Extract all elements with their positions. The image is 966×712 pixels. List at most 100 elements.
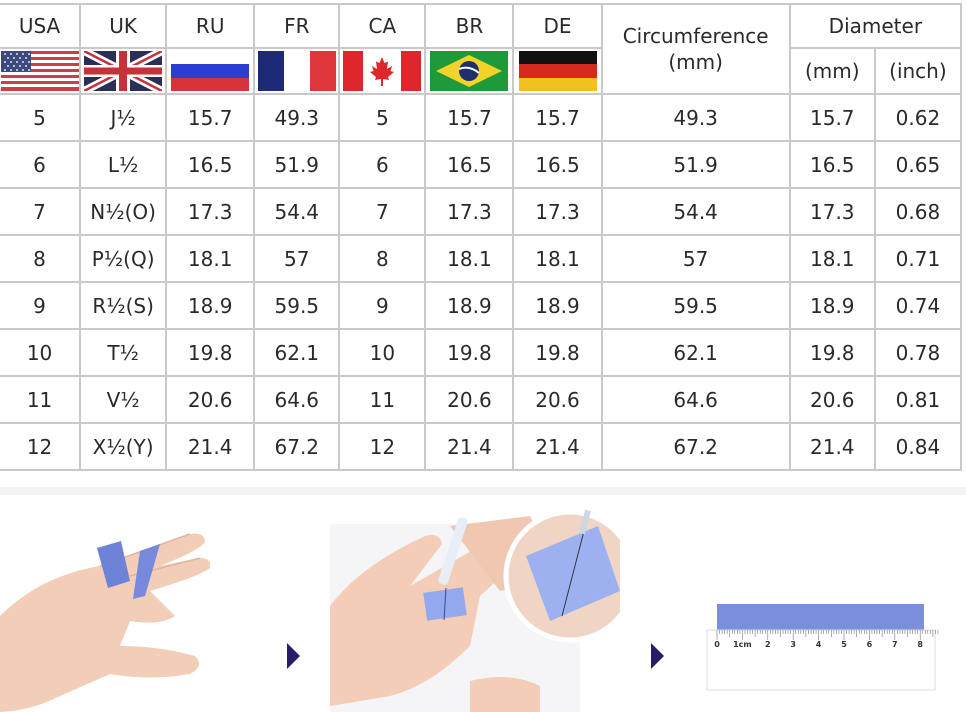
cell-br: 20.6 xyxy=(424,375,515,424)
cell-circ: 67.2 xyxy=(600,422,791,471)
cell-usa: 11 xyxy=(0,375,82,424)
cell-fr: 62.1 xyxy=(253,328,341,377)
step-2-mark-strip-illustration xyxy=(330,496,620,712)
cell-br: 17.3 xyxy=(424,187,515,236)
ruler-labels: 0 1cm 2 3 4 5 6 7 8 xyxy=(712,640,932,656)
flag-row: (mm) (inch) xyxy=(0,47,963,95)
table-row: 11 V½ 20.6 64.6 11 20.6 20.6 64.6 20.6 0.81 xyxy=(0,375,963,424)
cell-br: 18.1 xyxy=(424,234,515,283)
col-header-ca: CA xyxy=(338,3,427,49)
cell-ru: 20.6 xyxy=(165,375,256,424)
cell-usa: 9 xyxy=(0,281,82,330)
col-header-uk: UK xyxy=(79,3,168,49)
cell-de: 18.9 xyxy=(512,281,603,330)
country-header-row: USA UK RU FR CA BR DE Circumference (mm)… xyxy=(0,3,963,95)
cell-usa: 8 xyxy=(0,234,82,283)
cell-de: 17.3 xyxy=(512,187,603,236)
cell-fr: 51.9 xyxy=(253,140,341,189)
col-header-usa: USA xyxy=(0,3,82,49)
uk-flag-icon xyxy=(84,51,163,91)
ruler-label: 1cm xyxy=(733,640,752,649)
strip-on-ruler-illustration xyxy=(700,496,950,712)
brazil-flag-icon xyxy=(430,51,509,91)
cell-circ: 64.6 xyxy=(600,375,791,424)
step-1-wrap-strip-illustration xyxy=(0,496,280,712)
cell-circ: 62.1 xyxy=(600,328,791,377)
cell-ca: 12 xyxy=(338,422,427,471)
france-flag-icon xyxy=(257,51,336,91)
ruler-label: 4 xyxy=(815,640,822,649)
cell-circ: 51.9 xyxy=(600,140,791,189)
cell-ru: 18.9 xyxy=(165,281,256,330)
table-row: 12 X½(Y) 21.4 67.2 12 21.4 21.4 67.2 21.4 0.84 xyxy=(0,422,963,471)
cell-ca: 11 xyxy=(338,375,427,424)
ruler-label: 5 xyxy=(841,640,847,649)
cell-dia-mm: 17.3 xyxy=(788,187,876,236)
cell-de: 15.7 xyxy=(512,93,603,142)
ruler-label: 7 xyxy=(892,640,898,649)
table-row: 10 T½ 19.8 62.1 10 19.8 19.8 62.1 19.8 0.78 xyxy=(0,328,963,377)
flag-cell-ca xyxy=(338,47,427,95)
cell-de: 20.6 xyxy=(512,375,603,424)
col-header-diameter-mm: (mm) xyxy=(788,47,876,95)
cell-de: 21.4 xyxy=(512,422,603,471)
cell-ca: 10 xyxy=(338,328,427,377)
circumference-label: Circumference xyxy=(622,24,769,48)
cell-dia-in: 0.68 xyxy=(873,187,963,236)
ruler-label: 3 xyxy=(790,640,796,649)
col-header-diameter-inch: (inch) xyxy=(873,47,963,95)
cell-ru: 19.8 xyxy=(165,328,256,377)
cell-dia-in: 0.71 xyxy=(873,234,963,283)
cell-dia-in: 0.62 xyxy=(873,93,963,142)
cell-ru: 16.5 xyxy=(165,140,256,189)
cell-dia-mm: 16.5 xyxy=(788,140,876,189)
cell-circ: 59.5 xyxy=(600,281,791,330)
cell-fr: 54.4 xyxy=(253,187,341,236)
step-3-measure-illustration xyxy=(700,496,950,712)
cell-ca: 5 xyxy=(338,93,427,142)
col-header-ru: RU xyxy=(165,3,256,49)
table-row: 6 L½ 16.5 51.9 6 16.5 16.5 51.9 16.5 0.65 xyxy=(0,140,963,189)
table-row: 8 P½(Q) 18.1 57 8 18.1 18.1 57 18.1 0.71 xyxy=(0,234,963,283)
cell-br: 15.7 xyxy=(424,93,515,142)
col-header-diameter: Diameter xyxy=(788,3,963,49)
cell-dia-in: 0.78 xyxy=(873,328,963,377)
cell-ru: 21.4 xyxy=(165,422,256,471)
cell-dia-mm: 20.6 xyxy=(788,375,876,424)
cell-dia-mm: 18.9 xyxy=(788,281,876,330)
canada-flag-icon xyxy=(343,51,422,91)
cell-usa: 5 xyxy=(0,93,82,142)
flag-cell-ru xyxy=(165,47,256,95)
table-row: 9 R½(S) 18.9 59.5 9 18.9 18.9 59.5 18.9 0.74 xyxy=(0,281,963,330)
cell-ca: 8 xyxy=(338,234,427,283)
cell-ca: 7 xyxy=(338,187,427,236)
usa-flag-icon xyxy=(0,51,79,91)
step-arrow-icon xyxy=(651,643,664,669)
flag-cell-uk xyxy=(79,47,168,95)
cell-circ: 49.3 xyxy=(600,93,791,142)
cell-de: 19.8 xyxy=(512,328,603,377)
cell-br: 16.5 xyxy=(424,140,515,189)
flag-cell-fr xyxy=(253,47,341,95)
cell-uk: N½(O) xyxy=(79,187,168,236)
cell-usa: 12 xyxy=(0,422,82,471)
cell-fr: 59.5 xyxy=(253,281,341,330)
cell-uk: L½ xyxy=(79,140,168,189)
cell-dia-mm: 15.7 xyxy=(788,93,876,142)
hand-marking-strip-with-pen-illustration xyxy=(330,496,620,712)
flag-cell-br xyxy=(424,47,515,95)
cell-de: 18.1 xyxy=(512,234,603,283)
germany-flag-icon xyxy=(518,51,597,91)
ring-size-chart: USA UK RU FR CA BR DE Circumference (mm)… xyxy=(0,3,964,471)
flag-cell-de xyxy=(512,47,603,95)
cell-ru: 15.7 xyxy=(165,93,256,142)
table-row: 5 J½ 15.7 49.3 5 15.7 15.7 49.3 15.7 0.62 xyxy=(0,93,963,142)
ruler-label: 6 xyxy=(866,640,873,649)
cell-dia-mm: 19.8 xyxy=(788,328,876,377)
size-rows: 5 J½ 15.7 49.3 5 15.7 15.7 49.3 15.7 0.62 6 L½ 16.5 5… xyxy=(0,93,963,471)
cell-circ: 54.4 xyxy=(600,187,791,236)
circumference-unit: (mm) xyxy=(668,50,723,74)
cell-br: 21.4 xyxy=(424,422,515,471)
step-arrow-icon xyxy=(287,643,300,669)
cell-ca: 6 xyxy=(338,140,427,189)
